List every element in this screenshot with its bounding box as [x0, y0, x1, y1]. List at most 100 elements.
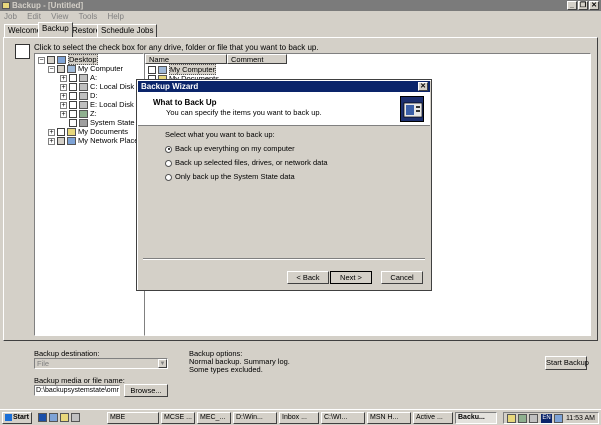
- computer-icon: [158, 66, 167, 75]
- menu-help[interactable]: Help: [108, 12, 124, 21]
- tree-item-my-documents[interactable]: + My Documents: [48, 127, 128, 137]
- tree-item-drive-c[interactable]: + C: Local Disk: [60, 82, 134, 92]
- list-item[interactable]: My Computer: [148, 64, 217, 75]
- tree-item-drive-a[interactable]: + A:: [60, 73, 97, 83]
- system-tray: EN 11:53 AM: [503, 412, 599, 424]
- menu-bar: Job Edit View Tools Help: [0, 11, 601, 22]
- checkbox[interactable]: [69, 74, 77, 83]
- taskbar: Start MBE MCSE ... MEC_... D:\Win... Inb…: [0, 409, 601, 425]
- backup-media-input[interactable]: D:\backupsystemstate\ommax: [34, 385, 120, 396]
- backup-options-line2: Some types excluded.: [189, 365, 263, 374]
- back-button[interactable]: < Back: [287, 271, 329, 284]
- system-state-icon: [79, 119, 88, 128]
- tray-icon[interactable]: [529, 414, 538, 423]
- checkbox[interactable]: [69, 110, 77, 119]
- expand-icon[interactable]: +: [60, 83, 67, 91]
- checkbox[interactable]: [69, 119, 77, 128]
- checkbox[interactable]: [148, 66, 156, 75]
- taskbar-item[interactable]: MBE: [107, 412, 159, 424]
- close-button[interactable]: ✕: [589, 1, 599, 10]
- dialog-close-button[interactable]: ✕: [418, 82, 428, 91]
- minimize-button[interactable]: _: [567, 1, 577, 10]
- tree-item-my-computer[interactable]: − My Computer: [48, 64, 123, 74]
- expand-icon[interactable]: +: [48, 137, 55, 145]
- internet-explorer-icon[interactable]: [38, 413, 47, 422]
- column-header-comment[interactable]: Comment: [227, 54, 287, 64]
- tree-item-my-network-places[interactable]: + My Network Places: [48, 136, 142, 146]
- language-indicator[interactable]: EN: [541, 414, 552, 423]
- option-backup-everything[interactable]: Back up everything on my computer: [165, 144, 295, 153]
- next-button[interactable]: Next >: [330, 271, 372, 284]
- wizard-header: What to Back Up You can specify the item…: [138, 92, 430, 126]
- windows-logo-icon: [5, 413, 12, 421]
- checkbox[interactable]: [69, 101, 77, 110]
- tree-item-drive-d[interactable]: + D:: [60, 91, 98, 101]
- taskbar-item-active[interactable]: Backu...: [455, 412, 497, 424]
- backup-wizard-dialog: Backup Wizard ✕ What to Back Up You can …: [136, 79, 432, 291]
- checkbox[interactable]: [57, 65, 65, 74]
- cancel-button[interactable]: Cancel: [381, 271, 423, 284]
- floppy-icon: [79, 74, 88, 83]
- taskbar-item[interactable]: MEC_...: [197, 412, 231, 424]
- tree-item-desktop[interactable]: − Desktop: [38, 54, 98, 65]
- menu-edit[interactable]: Edit: [27, 12, 41, 21]
- checkbox[interactable]: [57, 128, 65, 137]
- show-desktop-icon[interactable]: [49, 413, 58, 422]
- network-places-icon: [67, 137, 76, 146]
- taskbar-item[interactable]: MCSE ...: [161, 412, 195, 424]
- taskbar-item[interactable]: D:\Win...: [233, 412, 277, 424]
- start-backup-button[interactable]: Start Backup: [545, 356, 589, 370]
- expand-icon[interactable]: +: [60, 110, 67, 118]
- backup-app-icon: [2, 2, 10, 9]
- taskbar-item[interactable]: MSN H...: [367, 412, 411, 424]
- collapse-icon[interactable]: −: [38, 56, 45, 64]
- tray-icon[interactable]: [507, 414, 516, 423]
- collapse-icon[interactable]: −: [48, 65, 55, 73]
- expand-icon[interactable]: +: [48, 128, 55, 136]
- drive-tree[interactable]: − Desktop − My Computer + A: + C: Local Disk…: [34, 53, 144, 336]
- expand-icon[interactable]: +: [60, 92, 67, 100]
- window-titlebar[interactable]: Backup - [Untitled] _ ❐ ✕: [0, 0, 601, 11]
- dialog-titlebar[interactable]: Backup Wizard ✕: [138, 81, 430, 92]
- cd-drive-icon: [79, 92, 88, 101]
- tray-icon[interactable]: [554, 414, 563, 423]
- checkbox[interactable]: [69, 83, 77, 92]
- quick-launch-icon[interactable]: [71, 413, 80, 422]
- wizard-prompt: Select what you want to back up:: [165, 130, 275, 139]
- start-button[interactable]: Start: [2, 412, 32, 424]
- disk-icon: [79, 101, 88, 110]
- checkbox[interactable]: [57, 137, 65, 146]
- tab-schedule-jobs[interactable]: Schedule Jobs: [97, 24, 158, 37]
- computer-icon: [67, 65, 76, 74]
- tree-item-drive-z[interactable]: + Z:: [60, 109, 97, 119]
- menu-tools[interactable]: Tools: [79, 12, 98, 21]
- radio-selected[interactable]: [165, 145, 172, 153]
- instruction-text: Click to select the check box for any dr…: [34, 43, 319, 52]
- taskbar-item[interactable]: C:\WI...: [321, 412, 365, 424]
- taskbar-item[interactable]: Inbox ...: [279, 412, 319, 424]
- tree-item-system-state[interactable]: System State: [69, 118, 135, 128]
- chevron-down-icon[interactable]: ▼: [158, 359, 167, 368]
- menu-job[interactable]: Job: [4, 12, 17, 21]
- expand-icon[interactable]: +: [60, 101, 67, 109]
- wizard-subheading: You can specify the items you want to ba…: [166, 108, 322, 117]
- window-title: Backup - [Untitled]: [12, 1, 84, 10]
- option-backup-selected[interactable]: Back up selected files, drives, or netwo…: [165, 158, 328, 167]
- tray-icon[interactable]: [518, 414, 527, 423]
- restore-button[interactable]: ❐: [578, 1, 588, 10]
- taskbar-item[interactable]: Active ...: [413, 412, 453, 424]
- outlook-icon[interactable]: [60, 413, 69, 422]
- backup-destination-label: Backup destination:: [34, 349, 100, 358]
- tree-item-drive-e[interactable]: + E: Local Disk: [60, 100, 134, 110]
- radio[interactable]: [165, 159, 172, 167]
- option-system-state-only[interactable]: Only back up the System State data: [165, 172, 295, 181]
- checkbox[interactable]: [69, 92, 77, 101]
- radio[interactable]: [165, 173, 172, 181]
- checkbox[interactable]: [47, 56, 55, 65]
- tab-backup[interactable]: Backup: [38, 22, 73, 37]
- menu-view[interactable]: View: [51, 12, 68, 21]
- backup-destination-select[interactable]: File ▼: [34, 358, 168, 369]
- browse-button[interactable]: Browse...: [124, 384, 168, 397]
- column-header-name[interactable]: Name: [145, 54, 227, 64]
- expand-icon[interactable]: +: [60, 74, 67, 82]
